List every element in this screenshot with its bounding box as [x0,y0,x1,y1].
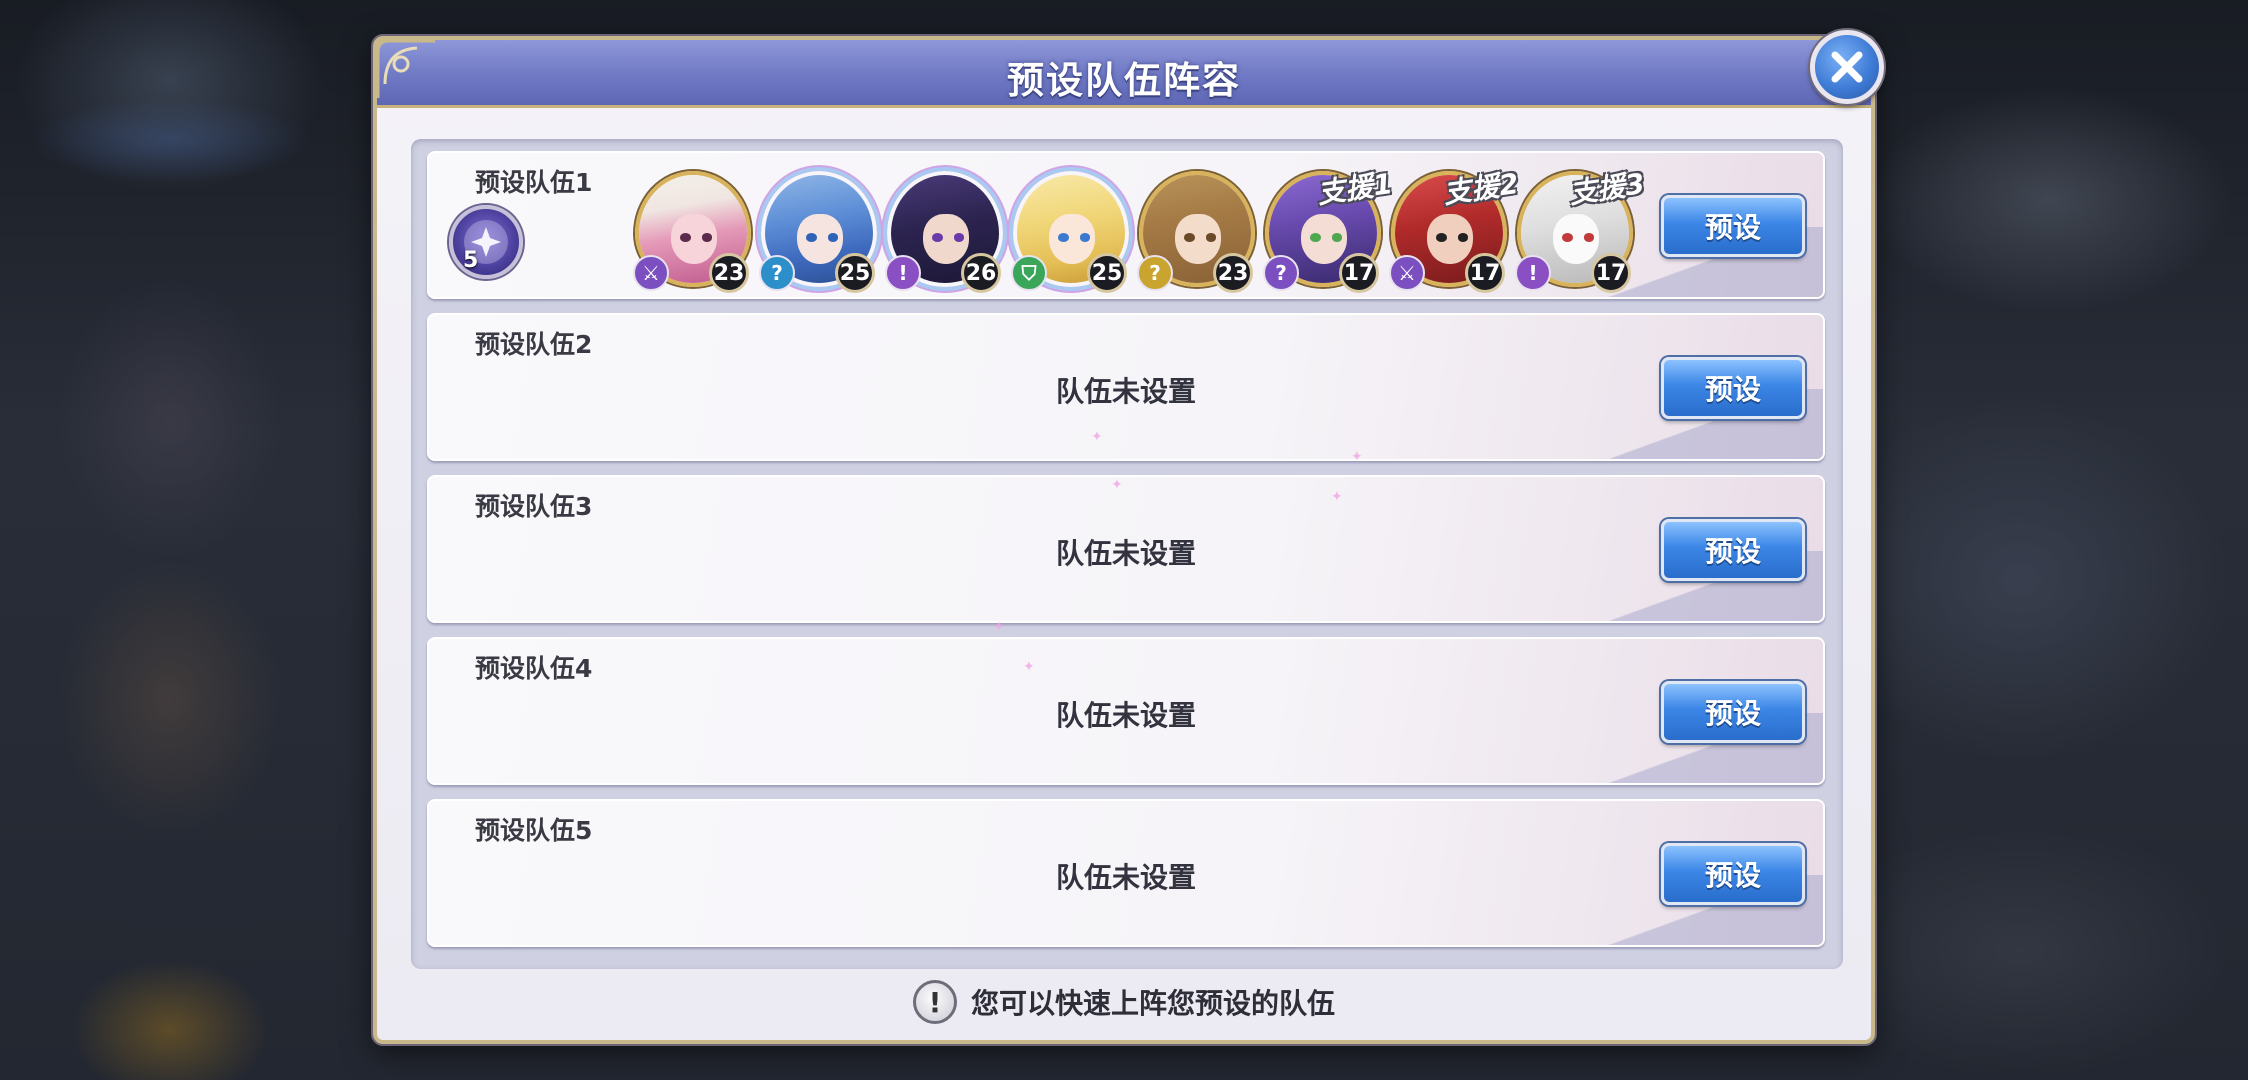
preset-button-2[interactable]: 预设 [1661,357,1805,419]
dialog-title: 预设队伍阵容 [1007,59,1241,102]
sword-icon: ⚔ [633,255,669,291]
team-empty-status: 队伍未设置 [1055,375,1196,408]
team-list-panel: 预设队伍1 5 ⚔ 23 ? 25 ! 26 ⛉ 25 ? 23 ? 17 支援… [411,139,1843,969]
exclamation-icon: ! [912,980,957,1024]
team-label: 预设队伍5 [475,816,593,845]
preset-button-3[interactable]: 预设 [1661,519,1805,581]
team-row-2: 预设队伍2 队伍未设置 预设 [427,313,1825,461]
support-tag-2: 支援2 [1441,166,1521,211]
support-tag-1: 支援1 [1315,166,1395,211]
support-tag-3: 支援3 [1567,166,1647,211]
preset-team-dialog: 预设队伍阵容 预设队伍1 5 ⚔ 23 ? 25 ! 26 ⛉ 25 ? 23 … [373,36,1875,1044]
team-row-1: 预设队伍1 5 ⚔ 23 ? 25 ! 26 ⛉ 25 ? 23 ? 17 支援… [427,151,1825,299]
badge-number: 5 [463,248,479,273]
dialog-footer: ! 您可以快速上阵您预设的队伍 [377,980,1871,1024]
preset-button-5[interactable]: 预设 [1661,843,1805,905]
team-empty-status: 队伍未设置 [1055,861,1196,894]
exclamation-icon: ! [885,255,921,291]
team-row-3: 预设队伍3 队伍未设置 预设 [427,475,1825,623]
team-label: 预设队伍1 [475,168,593,197]
hero-level: 17 [1465,253,1505,293]
team-empty-status: 队伍未设置 [1055,537,1196,570]
team-row-5: 预设队伍5 队伍未设置 预设 [427,799,1825,947]
team-badge-icon: 5 [449,205,523,279]
exclamation-icon: ! [1515,255,1551,291]
hero-level: 17 [1339,253,1379,293]
preset-button-1[interactable]: 预设 [1661,195,1805,257]
question-icon: ? [1263,255,1299,291]
hero-level: 23 [709,253,749,293]
hero-level: 25 [1087,253,1127,293]
question-icon: ? [1137,255,1173,291]
hero-level: 25 [835,253,875,293]
question-icon: ? [759,255,795,291]
team-label: 预设队伍2 [475,330,593,359]
dialog-title-bar: 预设队伍阵容 [374,37,1871,108]
footer-tip-text: 您可以快速上阵您预设的队伍 [970,987,1335,1020]
sword-icon: ⚔ [1389,255,1425,291]
preset-button-4[interactable]: 预设 [1661,681,1805,743]
close-x-icon [1831,51,1863,83]
hero-level: 17 [1591,253,1631,293]
close-button[interactable] [1810,30,1884,104]
hero-level: 26 [961,253,1001,293]
team-empty-status: 队伍未设置 [1055,699,1196,732]
shield-icon: ⛉ [1011,255,1047,291]
team-row-4: 预设队伍4 队伍未设置 预设 [427,637,1825,785]
hero-level: 23 [1213,253,1253,293]
team-label: 预设队伍4 [475,654,593,683]
team-label: 预设队伍3 [475,492,593,521]
